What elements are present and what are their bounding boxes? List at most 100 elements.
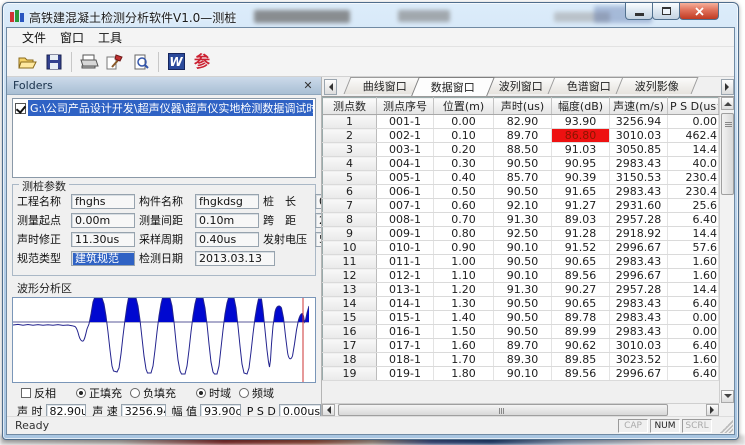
data-cell[interactable]: 90.50	[494, 325, 552, 339]
data-cell[interactable]: 91.28	[552, 227, 610, 241]
parameters-button[interactable]: 参	[189, 50, 215, 74]
save-button[interactable]	[41, 50, 67, 74]
folders-listbox[interactable]: G:\公司产品设计开发\超声仪器\超声仪实地检测数据调试时qd\qd03\qd0…	[12, 98, 316, 178]
data-cell[interactable]: 14.4	[668, 283, 719, 297]
data-cell[interactable]: 3010.03	[610, 339, 668, 353]
data-cell[interactable]: 007-1	[377, 199, 434, 213]
data-cell[interactable]: 90.10	[494, 241, 552, 255]
data-cell[interactable]: 008-1	[377, 213, 434, 227]
data-cell[interactable]: 82.90	[494, 115, 552, 129]
data-cell[interactable]: 0.50	[434, 185, 494, 199]
data-cell[interactable]: 1.00	[434, 255, 494, 269]
scroll-right-button[interactable]	[706, 404, 719, 416]
data-cell[interactable]: 2957.28	[610, 213, 668, 227]
print-button[interactable]	[76, 50, 102, 74]
resize-grip[interactable]	[720, 420, 733, 433]
scroll-left-button[interactable]	[322, 404, 335, 416]
data-cell[interactable]: 1.60	[668, 255, 719, 269]
data-cell[interactable]: 91.65	[552, 185, 610, 199]
data-cell[interactable]: 0.80	[434, 227, 494, 241]
data-cell[interactable]: 0.00	[668, 325, 719, 339]
column-header[interactable]: 测点数	[323, 98, 377, 115]
table-row[interactable]: 5005-10.4085.7090.393150.53230.4	[323, 171, 719, 185]
data-cell[interactable]: 40.0	[668, 157, 719, 171]
data-cell[interactable]: 3010.03	[610, 129, 668, 143]
data-cell[interactable]: 2957.28	[610, 283, 668, 297]
tab-scroll-right-button[interactable]	[721, 79, 734, 95]
data-cell[interactable]: 6.40	[668, 339, 719, 353]
data-cell[interactable]: 1.40	[434, 311, 494, 325]
psd-field[interactable]: 0.00us^2/m	[279, 404, 321, 417]
data-cell[interactable]: 013-1	[377, 283, 434, 297]
data-cell[interactable]: 230.4	[668, 185, 719, 199]
row-index-cell[interactable]: 8	[323, 213, 377, 227]
data-cell[interactable]: 0.00	[434, 115, 494, 129]
row-index-cell[interactable]: 7	[323, 199, 377, 213]
invert-phase-checkbox[interactable]	[21, 388, 31, 398]
param-value-field[interactable]: fhghs	[71, 194, 135, 209]
vertical-scroll-thumb[interactable]	[721, 113, 734, 195]
table-row[interactable]: 16016-11.5090.5089.992983.430.00	[323, 325, 719, 339]
vertical-scrollbar[interactable]	[719, 97, 734, 403]
menu-item-2[interactable]: 工具	[91, 28, 129, 47]
data-cell[interactable]: 0.60	[434, 199, 494, 213]
data-cell[interactable]: 2996.67	[610, 367, 668, 381]
time-domain-radio[interactable]	[196, 388, 206, 398]
row-index-cell[interactable]: 3	[323, 143, 377, 157]
row-index-cell[interactable]: 4	[323, 157, 377, 171]
maximize-button[interactable]	[652, 3, 680, 20]
data-cell[interactable]: 6.40	[668, 297, 719, 311]
data-cell[interactable]: 1.70	[434, 353, 494, 367]
param-value-field[interactable]: 0.00m	[315, 194, 322, 209]
data-cell[interactable]: 1.80	[434, 367, 494, 381]
data-cell[interactable]: 016-1	[377, 325, 434, 339]
param-value-field[interactable]: 建筑规范	[71, 251, 135, 266]
data-cell[interactable]: 88.50	[494, 143, 552, 157]
data-cell[interactable]: 86.80	[552, 129, 610, 143]
data-cell[interactable]: 014-1	[377, 297, 434, 311]
row-index-cell[interactable]: 14	[323, 297, 377, 311]
param-value-field[interactable]: fhgkdsg	[195, 194, 259, 209]
horizontal-scrollbar[interactable]	[322, 403, 719, 416]
data-cell[interactable]: 0.20	[434, 143, 494, 157]
param-value-field[interactable]: 2013.03.13	[195, 251, 275, 266]
table-row[interactable]: 6006-10.5090.5091.652983.43230.4	[323, 185, 719, 199]
column-header[interactable]: 测点序号	[377, 98, 434, 115]
data-cell[interactable]: 89.03	[552, 213, 610, 227]
data-cell[interactable]: 89.85	[552, 353, 610, 367]
tab-1[interactable]: 数据窗口	[411, 77, 495, 96]
row-index-cell[interactable]: 5	[323, 171, 377, 185]
fill-negative-control[interactable]: 负填充	[130, 385, 176, 401]
param-value-field[interactable]: 0.10m	[195, 213, 259, 228]
table-row[interactable]: 4004-10.3090.5090.952983.4340.0	[323, 157, 719, 171]
table-row[interactable]: 9009-10.8092.5091.282918.9214.4	[323, 227, 719, 241]
data-cell[interactable]: 015-1	[377, 311, 434, 325]
data-cell[interactable]: 57.6	[668, 241, 719, 255]
data-cell[interactable]: 2983.43	[610, 297, 668, 311]
menu-item-1[interactable]: 窗口	[53, 28, 91, 47]
data-cell[interactable]: 89.78	[552, 311, 610, 325]
data-cell[interactable]: 89.56	[552, 367, 610, 381]
scroll-down-button[interactable]	[721, 390, 734, 403]
data-cell[interactable]: 91.27	[552, 199, 610, 213]
param-value-field[interactable]: 11.30us	[71, 232, 135, 247]
data-cell[interactable]: 3050.85	[610, 143, 668, 157]
row-index-cell[interactable]: 18	[323, 353, 377, 367]
data-cell[interactable]: 0.40	[434, 171, 494, 185]
frequency-domain-control[interactable]: 频域	[239, 385, 274, 401]
data-cell[interactable]: 92.50	[494, 227, 552, 241]
table-row[interactable]: 8008-10.7091.3089.032957.286.40	[323, 213, 719, 227]
table-row[interactable]: 12012-11.1090.1089.562996.671.60	[323, 269, 719, 283]
data-cell[interactable]: 93.90	[552, 115, 610, 129]
data-cell[interactable]: 0.30	[434, 157, 494, 171]
data-cell[interactable]: 462.4	[668, 129, 719, 143]
data-cell[interactable]: 90.62	[552, 339, 610, 353]
row-index-cell[interactable]: 12	[323, 269, 377, 283]
data-cell[interactable]: 14.4	[668, 143, 719, 157]
data-cell[interactable]: 017-1	[377, 339, 434, 353]
waveform-plot[interactable]	[12, 297, 316, 383]
table-row[interactable]: 3003-10.2088.5091.033050.8514.4	[323, 143, 719, 157]
fill-negative-radio[interactable]	[130, 388, 140, 398]
data-cell[interactable]: 2983.43	[610, 325, 668, 339]
data-cell[interactable]: 005-1	[377, 171, 434, 185]
